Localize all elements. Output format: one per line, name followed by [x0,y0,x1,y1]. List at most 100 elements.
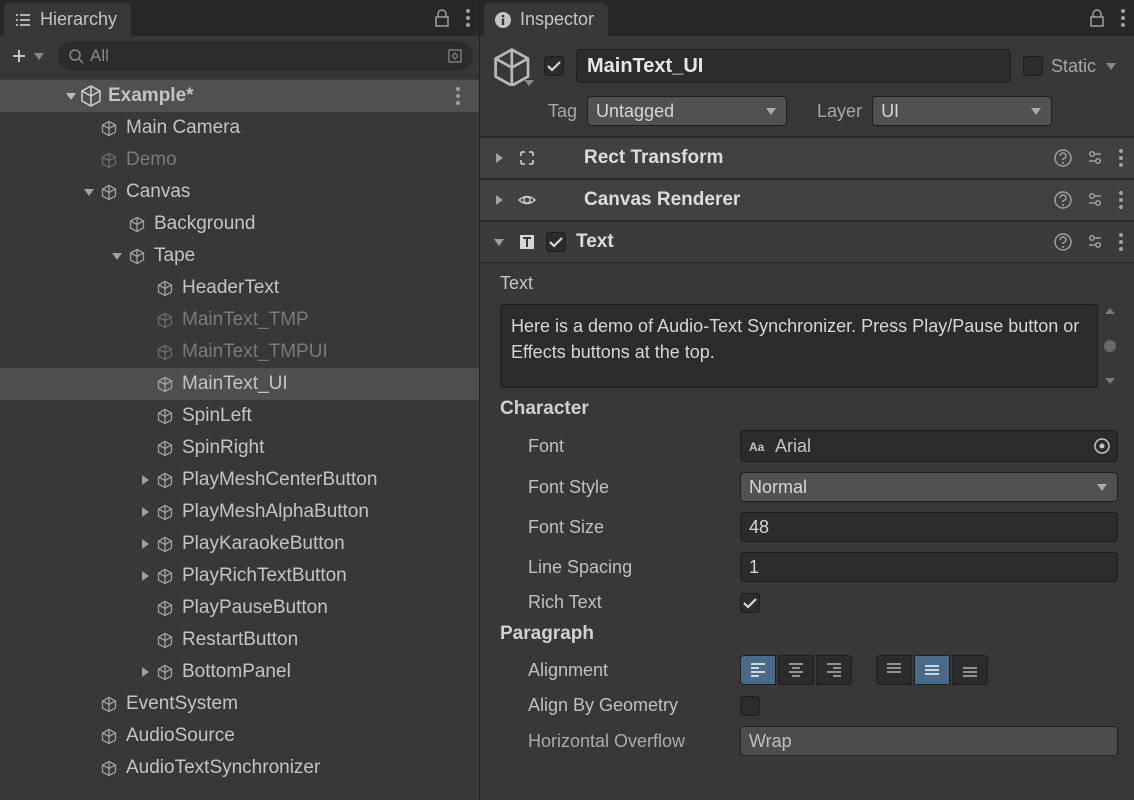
sliders-icon[interactable] [1086,191,1104,209]
font-object-field[interactable]: Arial [740,430,1118,462]
foldout-icon[interactable] [490,193,508,207]
kebab-icon[interactable] [465,8,471,28]
align-by-geometry-checkbox[interactable] [740,696,760,716]
tree-row-canvas[interactable]: Canvas [0,176,479,208]
cube-icon [154,568,176,585]
inspector-tab-bar: Inspector [480,0,1134,36]
object-picker-icon[interactable] [1093,437,1111,455]
tree-row-maintext-tmp[interactable]: MainText_TMP [0,304,479,336]
foldout-icon[interactable] [108,249,126,263]
search-input[interactable] [90,46,441,66]
kebab-icon[interactable] [1118,148,1124,168]
align-top-button[interactable] [876,655,912,685]
scene-row[interactable]: Example* [0,80,479,112]
cube-icon [154,440,176,457]
align-center-button[interactable] [778,655,814,685]
tree-label: BottomPanel [182,661,291,683]
search-expand-icon[interactable] [447,48,463,64]
foldout-icon[interactable] [136,569,154,583]
tree-row-background[interactable]: Background [0,208,479,240]
kebab-icon[interactable] [1118,232,1124,252]
align-right-button[interactable] [816,655,852,685]
tree-label: Main Camera [126,117,240,139]
tree-row-maintext-ui[interactable]: MainText_UI [0,368,479,400]
hierarchy-tab[interactable]: Hierarchy [4,3,131,36]
inspector-tab[interactable]: Inspector [484,3,608,36]
tree-row-playpause[interactable]: PlayPauseButton [0,592,479,624]
tag-label: Tag [548,101,577,122]
tree-row-restart[interactable]: RestartButton [0,624,479,656]
tree-row-spinleft[interactable]: SpinLeft [0,400,479,432]
tree-row-eventsystem[interactable]: EventSystem [0,688,479,720]
kebab-icon[interactable] [1118,190,1124,210]
text-enabled-checkbox[interactable] [546,232,566,252]
text-textarea[interactable]: Here is a demo of Audio-Text Synchronize… [500,304,1098,388]
object-name-field[interactable] [576,49,1011,83]
foldout-icon[interactable] [490,235,508,249]
lock-icon[interactable] [433,8,451,28]
tree-row-audiotextsync[interactable]: AudioTextSynchronizer [0,752,479,784]
foldout-icon[interactable] [80,185,98,199]
tree-label: MainText_UI [182,373,288,395]
inspector-panel: Inspector Static Tag Untagged [480,0,1134,800]
help-icon[interactable] [1054,149,1072,167]
tree-row-demo[interactable]: Demo [0,144,479,176]
enabled-checkbox[interactable] [544,56,564,76]
rich-text-checkbox[interactable] [740,593,760,613]
textarea-scrollbar[interactable] [1098,304,1118,388]
layer-value: UI [881,101,899,122]
static-checkbox[interactable] [1023,56,1043,76]
chevron-down-icon[interactable] [1104,59,1118,73]
tag-dropdown[interactable]: Untagged [587,96,787,126]
scroll-thumb[interactable] [1104,340,1116,352]
foldout-icon[interactable] [136,473,154,487]
kebab-icon[interactable] [1120,8,1126,28]
tree-row-bottompanel[interactable]: BottomPanel [0,656,479,688]
scene-kebab-icon[interactable] [455,86,461,106]
align-middle-button[interactable] [914,655,950,685]
foldout-icon[interactable] [136,665,154,679]
sliders-icon[interactable] [1086,233,1104,251]
tree-row-headertext[interactable]: HeaderText [0,272,479,304]
help-icon[interactable] [1054,233,1072,251]
component-canvas-renderer[interactable]: Canvas Renderer [480,179,1134,221]
scroll-up-icon[interactable] [1103,306,1117,316]
tree-row-playkaraoke[interactable]: PlayKaraokeButton [0,528,479,560]
line-spacing-input[interactable] [740,552,1118,582]
component-rect-transform[interactable]: Rect Transform [480,137,1134,179]
tree-row-playmeshalpha[interactable]: PlayMeshAlphaButton [0,496,479,528]
cube-icon [154,536,176,553]
tree-row-playmeshcenter[interactable]: PlayMeshCenterButton [0,464,479,496]
component-text[interactable]: Text [480,221,1134,263]
tree-row-main-camera[interactable]: Main Camera [0,112,479,144]
tree-label: HeaderText [182,277,279,299]
character-heading: Character [500,398,1118,420]
h-overflow-dropdown[interactable]: Wrap [740,726,1118,756]
rich-text-label: Rich Text [500,592,730,613]
tree-row-spinright[interactable]: SpinRight [0,432,479,464]
cube-icon [154,312,176,329]
foldout-icon[interactable] [490,151,508,165]
hierarchy-search[interactable] [58,41,473,71]
rect-transform-icon [518,149,536,167]
align-bottom-button[interactable] [952,655,988,685]
lock-icon[interactable] [1088,8,1106,28]
foldout-icon[interactable] [136,505,154,519]
tree-row-maintext-tmpui[interactable]: MainText_TMPUI [0,336,479,368]
font-style-dropdown[interactable]: Normal [740,472,1118,502]
tree-row-audiosource[interactable]: AudioSource [0,720,479,752]
foldout-icon[interactable] [62,89,80,103]
sliders-icon[interactable] [1086,149,1104,167]
help-icon[interactable] [1054,191,1072,209]
static-label: Static [1051,56,1096,77]
font-size-input[interactable] [740,512,1118,542]
create-button[interactable] [6,45,50,67]
object-type-icon[interactable] [492,46,532,86]
font-style-label: Font Style [500,477,730,498]
tree-row-tape[interactable]: Tape [0,240,479,272]
align-left-button[interactable] [740,655,776,685]
tree-row-playrichtext[interactable]: PlayRichTextButton [0,560,479,592]
foldout-icon[interactable] [136,537,154,551]
layer-dropdown[interactable]: UI [872,96,1052,126]
scroll-down-icon[interactable] [1103,376,1117,386]
